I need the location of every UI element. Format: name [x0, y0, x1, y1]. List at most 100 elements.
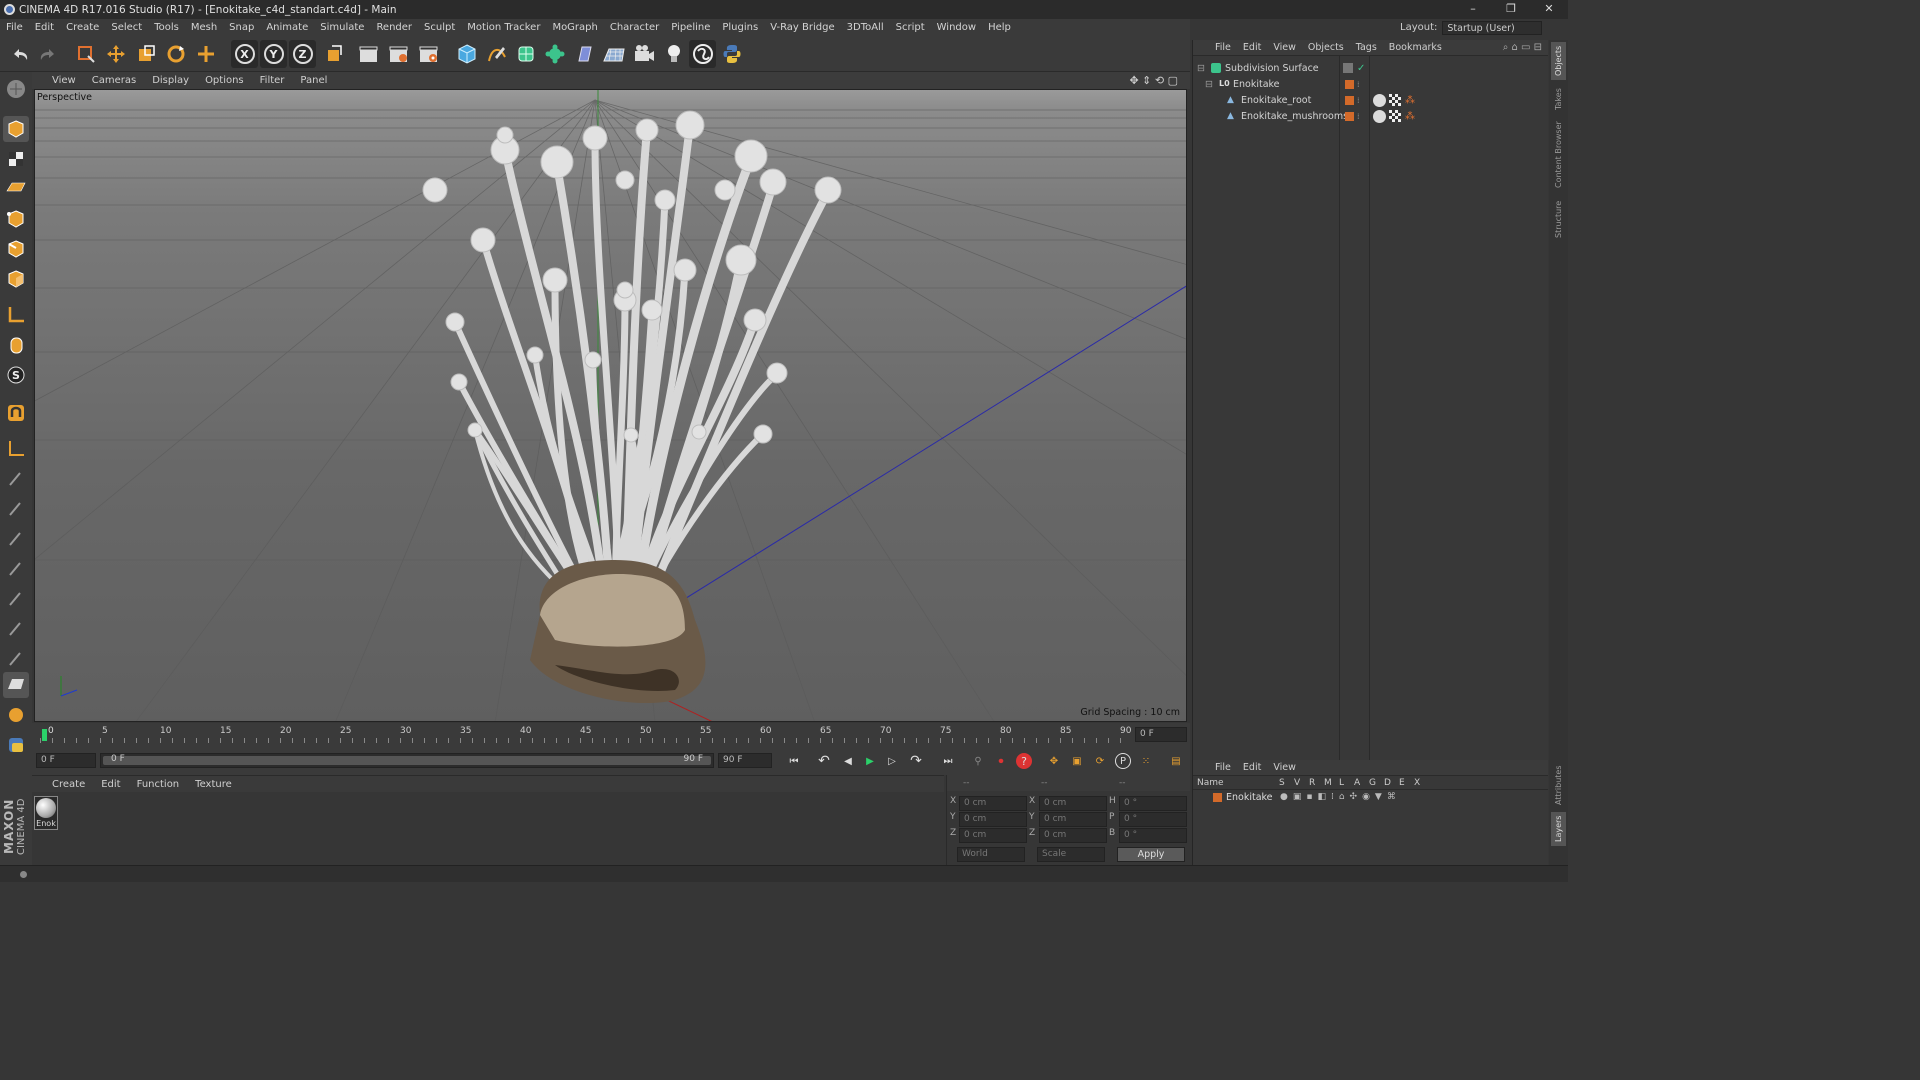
size-z-field[interactable]: 0 cm — [1039, 828, 1107, 843]
deformer-button[interactable] — [571, 40, 598, 68]
material-menu-create[interactable]: Create — [44, 779, 93, 790]
menu-window[interactable]: Window — [931, 22, 982, 33]
next-key-button[interactable]: ↷ — [906, 751, 926, 771]
rot-h-field[interactable]: 0 ° — [1119, 796, 1187, 811]
viewport-nav-icons[interactable]: ✥ ⇕ ⟲ ▢ — [1121, 74, 1186, 87]
sculpt-brush-4[interactable] — [3, 556, 29, 582]
vray-tag-icon[interactable]: ⁂ — [1405, 95, 1415, 106]
object-row-subdivision-surface[interactable]: ⊟ Subdivision Surface ✓ — [1193, 60, 1549, 76]
x-axis-button[interactable]: X — [231, 40, 258, 68]
prev-frame-button[interactable]: ◀ — [838, 751, 858, 771]
viewport-menu-panel[interactable]: Panel — [292, 75, 335, 86]
points-mode-button[interactable] — [3, 206, 29, 232]
magnet-button[interactable] — [3, 400, 29, 426]
texture-tag-icon[interactable] — [1373, 93, 1386, 107]
menu-mesh[interactable]: Mesh — [185, 22, 223, 33]
rot-p-field[interactable]: 0 ° — [1119, 812, 1187, 827]
keyframe-selection-button[interactable]: ? — [1014, 751, 1034, 771]
rotate-tool-button[interactable] — [162, 40, 189, 68]
light-button[interactable] — [660, 40, 687, 68]
menu-tools[interactable]: Tools — [148, 22, 185, 33]
layer-color-swatch[interactable] — [1345, 79, 1354, 89]
visibility-dots[interactable]: ⁞ — [1357, 80, 1360, 89]
size-x-field[interactable]: 0 cm — [1039, 796, 1107, 811]
axis-mode-button[interactable] — [3, 302, 29, 328]
minimize-button[interactable]: – — [1454, 0, 1492, 19]
move-tool-button[interactable] — [102, 40, 129, 68]
model-mode-button[interactable] — [3, 116, 29, 142]
sculpt-brush-3[interactable] — [3, 526, 29, 552]
sculpt-brush-7[interactable] — [3, 646, 29, 672]
menu-sculpt[interactable]: Sculpt — [418, 22, 461, 33]
tab-content-browser[interactable]: Content Browser — [1551, 118, 1566, 192]
obj-menu-tags[interactable]: Tags — [1350, 42, 1383, 53]
viewport-menu-filter[interactable]: Filter — [252, 75, 293, 86]
viewport-menu-display[interactable]: Display — [144, 75, 197, 86]
vray-tag-icon[interactable]: ⁂ — [1405, 111, 1415, 122]
menu-animate[interactable]: Animate — [260, 22, 314, 33]
visibility-dots[interactable] — [1343, 63, 1353, 73]
menu-edit[interactable]: Edit — [29, 22, 60, 33]
sculpt-brush-6[interactable] — [3, 616, 29, 642]
sculpt-brush-2[interactable] — [3, 496, 29, 522]
vray-button[interactable] — [689, 40, 716, 68]
camera-button[interactable] — [630, 40, 657, 68]
coordinate-system-button[interactable] — [320, 40, 347, 68]
tab-structure[interactable]: Structure — [1551, 196, 1566, 242]
object-row-enokitake-mushrooms[interactable]: ▲ Enokitake_mushrooms ⁞ ⁂ — [1193, 108, 1549, 124]
object-row-enokitake[interactable]: ⊟ L0 Enokitake ⁞ — [1193, 76, 1549, 92]
layer-row-enokitake[interactable]: Enokitake ●▣▪◧⁞⌂✣◉▼⌘ — [1193, 790, 1548, 804]
render-picture-viewer-button[interactable] — [385, 40, 412, 68]
current-frame-field[interactable]: 0 F — [1135, 727, 1187, 742]
make-editable-button[interactable] — [3, 76, 29, 102]
texture-tag-icon[interactable] — [1373, 109, 1386, 123]
3d-viewport[interactable]: Perspective Grid Spacing : 10 cm — [34, 89, 1187, 722]
spline-pen-button[interactable] — [483, 40, 510, 68]
obj-menu-objects[interactable]: Objects — [1302, 42, 1350, 53]
end-frame-field[interactable]: 90 F — [718, 753, 772, 768]
autokey-button[interactable]: ⏺ — [991, 751, 1011, 771]
key-position-button[interactable]: ✥ — [1044, 751, 1064, 771]
layer-flag-icons[interactable]: ●▣▪◧⁞⌂✣◉▼⌘ — [1280, 792, 1401, 802]
render-view-button[interactable] — [355, 40, 382, 68]
material-swatch[interactable]: Enok — [34, 796, 58, 830]
render-settings-button[interactable] — [415, 40, 442, 68]
tweak-mode-button[interactable] — [3, 332, 29, 358]
live-selection-button[interactable] — [72, 40, 99, 68]
rot-b-field[interactable]: 0 ° — [1119, 828, 1187, 843]
goto-start-button[interactable]: ⏮ — [784, 751, 804, 771]
menu-character[interactable]: Character — [604, 22, 665, 33]
y-axis-button[interactable]: Y — [260, 40, 287, 68]
visibility-dots[interactable]: ⁞ — [1357, 96, 1360, 105]
menu-motion-tracker[interactable]: Motion Tracker — [461, 22, 546, 33]
start-frame-field[interactable]: 0 F — [36, 753, 96, 768]
transform-tool-button[interactable] — [192, 40, 219, 68]
obj-menu-bookmarks[interactable]: Bookmarks — [1383, 42, 1448, 53]
goto-end-button[interactable]: ⏭ — [938, 751, 958, 771]
checker-tag-icon[interactable] — [1389, 94, 1401, 106]
maximize-button[interactable]: ❐ — [1492, 0, 1530, 19]
menu-plugins[interactable]: Plugins — [716, 22, 764, 33]
enabled-check-icon[interactable]: ✓ — [1357, 63, 1365, 74]
record-key-button[interactable]: ⚲ — [968, 751, 988, 771]
next-frame-button[interactable]: ▷ — [882, 751, 902, 771]
menu-3dtoall[interactable]: 3DToAll — [841, 22, 890, 33]
size-y-field[interactable]: 0 cm — [1039, 812, 1107, 827]
layer-menu-edit[interactable]: Edit — [1237, 762, 1267, 773]
menu-help[interactable]: Help — [982, 22, 1017, 33]
timeline-window-button[interactable]: ▤ — [1166, 751, 1186, 771]
menu-vray-bridge[interactable]: V-Ray Bridge — [764, 22, 840, 33]
prev-key-button[interactable]: ↶ — [814, 751, 834, 771]
coordinate-space-dropdown[interactable]: World — [957, 847, 1025, 862]
material-menu-edit[interactable]: Edit — [93, 779, 128, 790]
python-button[interactable] — [718, 40, 745, 68]
obj-menu-view[interactable]: View — [1267, 42, 1302, 53]
key-scale-button[interactable]: ▣ — [1067, 751, 1087, 771]
key-parameter-button[interactable]: P — [1113, 751, 1133, 771]
close-button[interactable]: ✕ — [1530, 0, 1568, 19]
locked-axis-button[interactable] — [3, 436, 29, 462]
layer-menu-view[interactable]: View — [1267, 762, 1302, 773]
menu-select[interactable]: Select — [105, 22, 148, 33]
layer-tool-button[interactable] — [3, 702, 29, 728]
timeline-ruler[interactable]: 0 5 10 15 20 25 30 35 40 45 50 55 60 65 … — [32, 723, 1190, 745]
